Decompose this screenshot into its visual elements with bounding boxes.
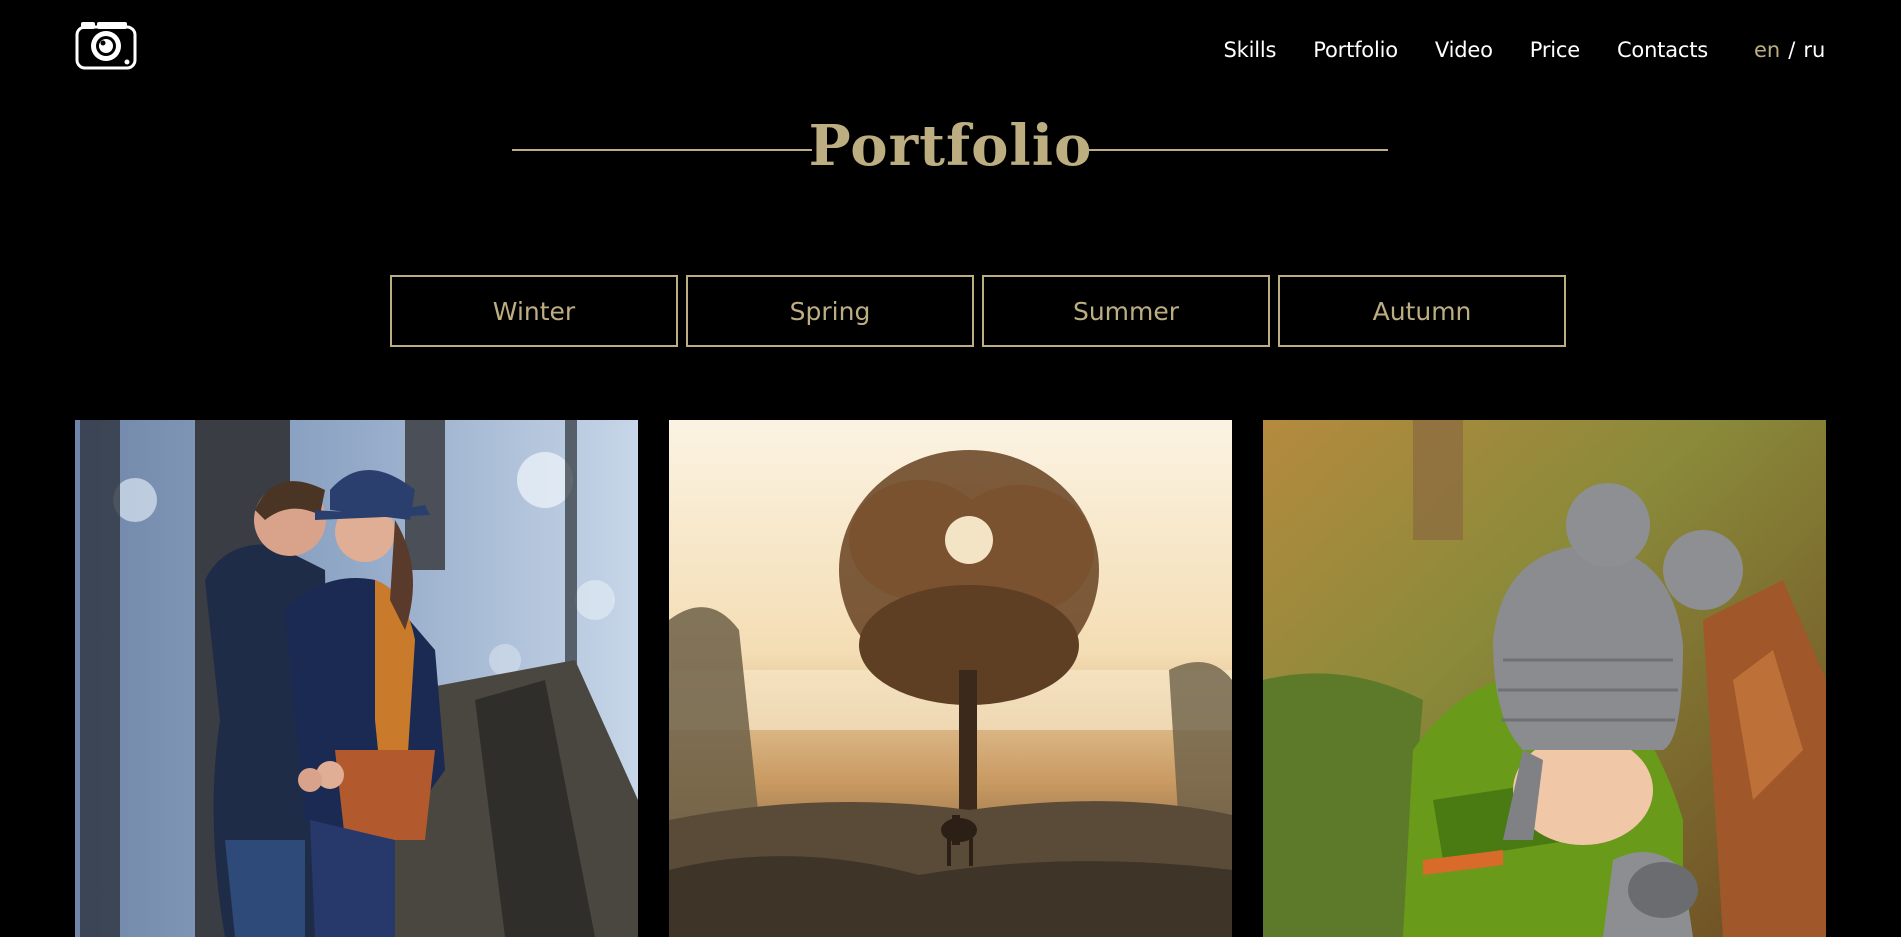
- main-nav: Skills Portfolio Video Price Contacts: [1224, 38, 1709, 62]
- site-header: Skills Portfolio Video Price Contacts en…: [0, 0, 1901, 100]
- lang-ru[interactable]: ru: [1803, 38, 1825, 62]
- child-in-knit-hat-photo[interactable]: [1263, 420, 1826, 937]
- winter-button[interactable]: Winter: [390, 275, 678, 347]
- page: Skills Portfolio Video Price Contacts en…: [0, 0, 1901, 937]
- nav-portfolio[interactable]: Portfolio: [1313, 38, 1398, 62]
- spring-button[interactable]: Spring: [686, 275, 974, 347]
- language-switcher: en / ru: [1754, 38, 1825, 62]
- title-divider-right: [1088, 149, 1388, 151]
- summer-button[interactable]: Summer: [982, 275, 1270, 347]
- camera-icon: [75, 22, 137, 70]
- nav-skills[interactable]: Skills: [1224, 38, 1277, 62]
- couple-kissing-photo[interactable]: [75, 420, 638, 937]
- nav-video[interactable]: Video: [1435, 38, 1493, 62]
- nav-price[interactable]: Price: [1530, 38, 1580, 62]
- autumn-button[interactable]: Autumn: [1278, 275, 1566, 347]
- lang-separator: /: [1788, 38, 1796, 62]
- page-title: Portfolio: [808, 113, 1093, 179]
- logo[interactable]: [75, 20, 137, 70]
- tree-sunrise-horse-photo[interactable]: [669, 420, 1232, 937]
- nav-contacts[interactable]: Contacts: [1617, 38, 1708, 62]
- season-filter: Winter Spring Summer Autumn: [390, 275, 1566, 347]
- section-heading: Portfolio: [0, 105, 1901, 195]
- lang-en[interactable]: en: [1754, 38, 1780, 62]
- portfolio-gallery: [75, 420, 1826, 937]
